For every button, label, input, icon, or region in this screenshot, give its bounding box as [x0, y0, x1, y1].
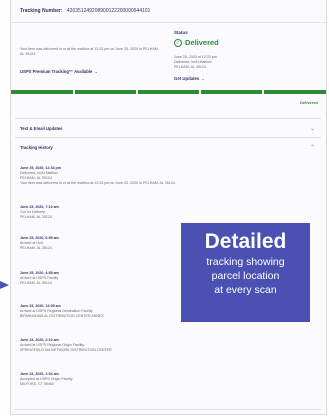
callout-title: Detailed: [204, 230, 287, 253]
status-value: Delivered: [185, 38, 219, 47]
history-event: June 25, 2020, 7:10 am Out for Delivery …: [20, 205, 220, 220]
callout-line: tracking showing: [206, 256, 285, 268]
progress-end-label: Delivered: [299, 100, 318, 105]
progress-bar: [11, 90, 326, 94]
chevron-up-icon: ⌃: [309, 144, 315, 151]
delivery-summary: Your item was delivered in or at the mai…: [20, 47, 159, 56]
divider: [11, 22, 326, 23]
event-location: MILFORD, CT 06460: [20, 382, 54, 386]
status-location: PELHAM, AL 35124: [174, 65, 206, 69]
status-value-row: ✓ Delivered: [174, 38, 219, 47]
tracking-number-row: Tracking Number: 42035124920890012220000…: [20, 8, 150, 14]
status-event: Delivered, In/At Mailbox: [174, 60, 212, 64]
tracking-history-label: Tracking History: [20, 144, 53, 150]
tracking-history-section[interactable]: Tracking History ⌃: [15, 137, 321, 156]
tracking-card: Tracking Number: 42035124920890012220000…: [10, 0, 327, 415]
check-circle-icon: ✓: [174, 38, 182, 47]
tracking-number-label: Tracking Number:: [20, 8, 63, 14]
progress-separator: [136, 90, 138, 94]
premium-tracking-label: USPS Premium Tracking™ Available: [20, 69, 93, 74]
chevron-down-icon: ⌄: [201, 76, 205, 81]
progress-separator: [262, 90, 264, 94]
pointer-arrow-icon: [0, 281, 9, 289]
history-event: June 25, 2020, 12:33 pm Delivered, In/At…: [20, 166, 220, 186]
progress-separator: [199, 90, 201, 94]
callout-line: parcel location: [211, 270, 280, 282]
callout-line: at every scan: [214, 284, 277, 296]
chevron-down-icon: ⌄: [94, 69, 98, 74]
history-event: June 24, 2020, 2:10 am Arrived at USPS R…: [20, 338, 220, 353]
event-location: PELHAM, AL 35124: [20, 215, 52, 219]
premium-tracking-link[interactable]: USPS Premium Tracking™ Available ⌄: [20, 69, 98, 74]
tracking-number-value: 420351249208900122200000544101: [66, 8, 151, 14]
get-updates-label: Get Updates: [174, 76, 200, 81]
status-label: Status: [174, 30, 188, 35]
event-detail: Your item was delivered in or at the mai…: [20, 181, 176, 185]
event-location: SPRINGFIELD MA NETWORK DISTRIBUTION CENT…: [20, 348, 112, 352]
chevron-down-icon: ⌄: [309, 125, 315, 132]
status-date: June 25, 2020 at 12:33 pm: [174, 55, 217, 59]
history-event: June 24, 2020, 1:04 am Accepted at USPS …: [20, 372, 220, 387]
text-email-updates-label: Text & Email Updates: [20, 125, 63, 131]
get-updates-button[interactable]: Get Updates ⌄: [174, 76, 205, 82]
text-email-updates-section[interactable]: Text & Email Updates ⌄: [15, 118, 321, 137]
divider: [15, 409, 321, 410]
progress-separator: [73, 90, 75, 94]
promo-callout: Detailed tracking showing parcel locatio…: [181, 223, 310, 322]
